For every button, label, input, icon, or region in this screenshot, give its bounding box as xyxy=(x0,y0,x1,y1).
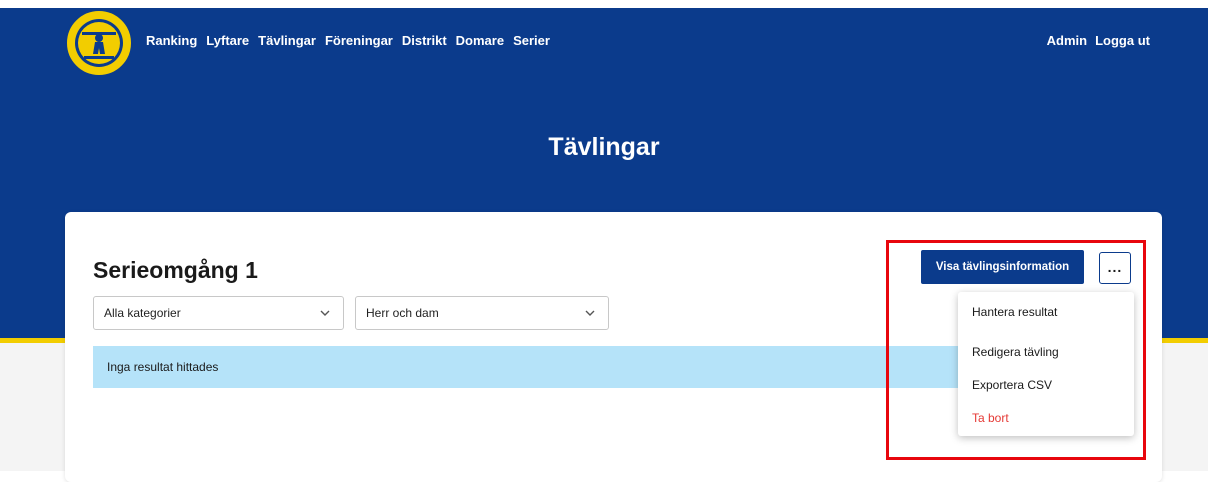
no-results-text: Inga resultat hittades xyxy=(107,360,219,374)
nav-item-ranking[interactable]: Ranking xyxy=(146,33,197,48)
chevron-down-icon xyxy=(585,310,595,316)
nav-item-lyftare[interactable]: Lyftare xyxy=(206,33,249,48)
gender-select[interactable]: Herr och dam xyxy=(355,296,609,330)
nav-item-domare[interactable]: Domare xyxy=(456,33,504,48)
chevron-down-icon xyxy=(320,310,330,316)
highlight-box xyxy=(886,240,1146,460)
nav-item-admin[interactable]: Admin xyxy=(1047,33,1087,48)
page-title: Tävlingar xyxy=(548,133,660,161)
user-nav: Admin Logga ut xyxy=(1047,33,1150,48)
main-nav: Ranking Lyftare Tävlingar Föreningar Dis… xyxy=(146,33,550,48)
logout-link[interactable]: Logga ut xyxy=(1095,33,1150,48)
competition-title: Serieomgång 1 xyxy=(93,257,258,283)
nav-item-distrikt[interactable]: Distrikt xyxy=(402,33,447,48)
category-select-value: Alla kategorier xyxy=(104,306,181,320)
nav-item-serier[interactable]: Serier xyxy=(513,33,550,48)
category-select[interactable]: Alla kategorier xyxy=(93,296,344,330)
nav-item-tavlingar[interactable]: Tävlingar xyxy=(258,33,316,48)
gender-select-value: Herr och dam xyxy=(366,306,439,320)
federation-logo[interactable] xyxy=(64,8,134,78)
nav-item-foreningar[interactable]: Föreningar xyxy=(325,33,393,48)
